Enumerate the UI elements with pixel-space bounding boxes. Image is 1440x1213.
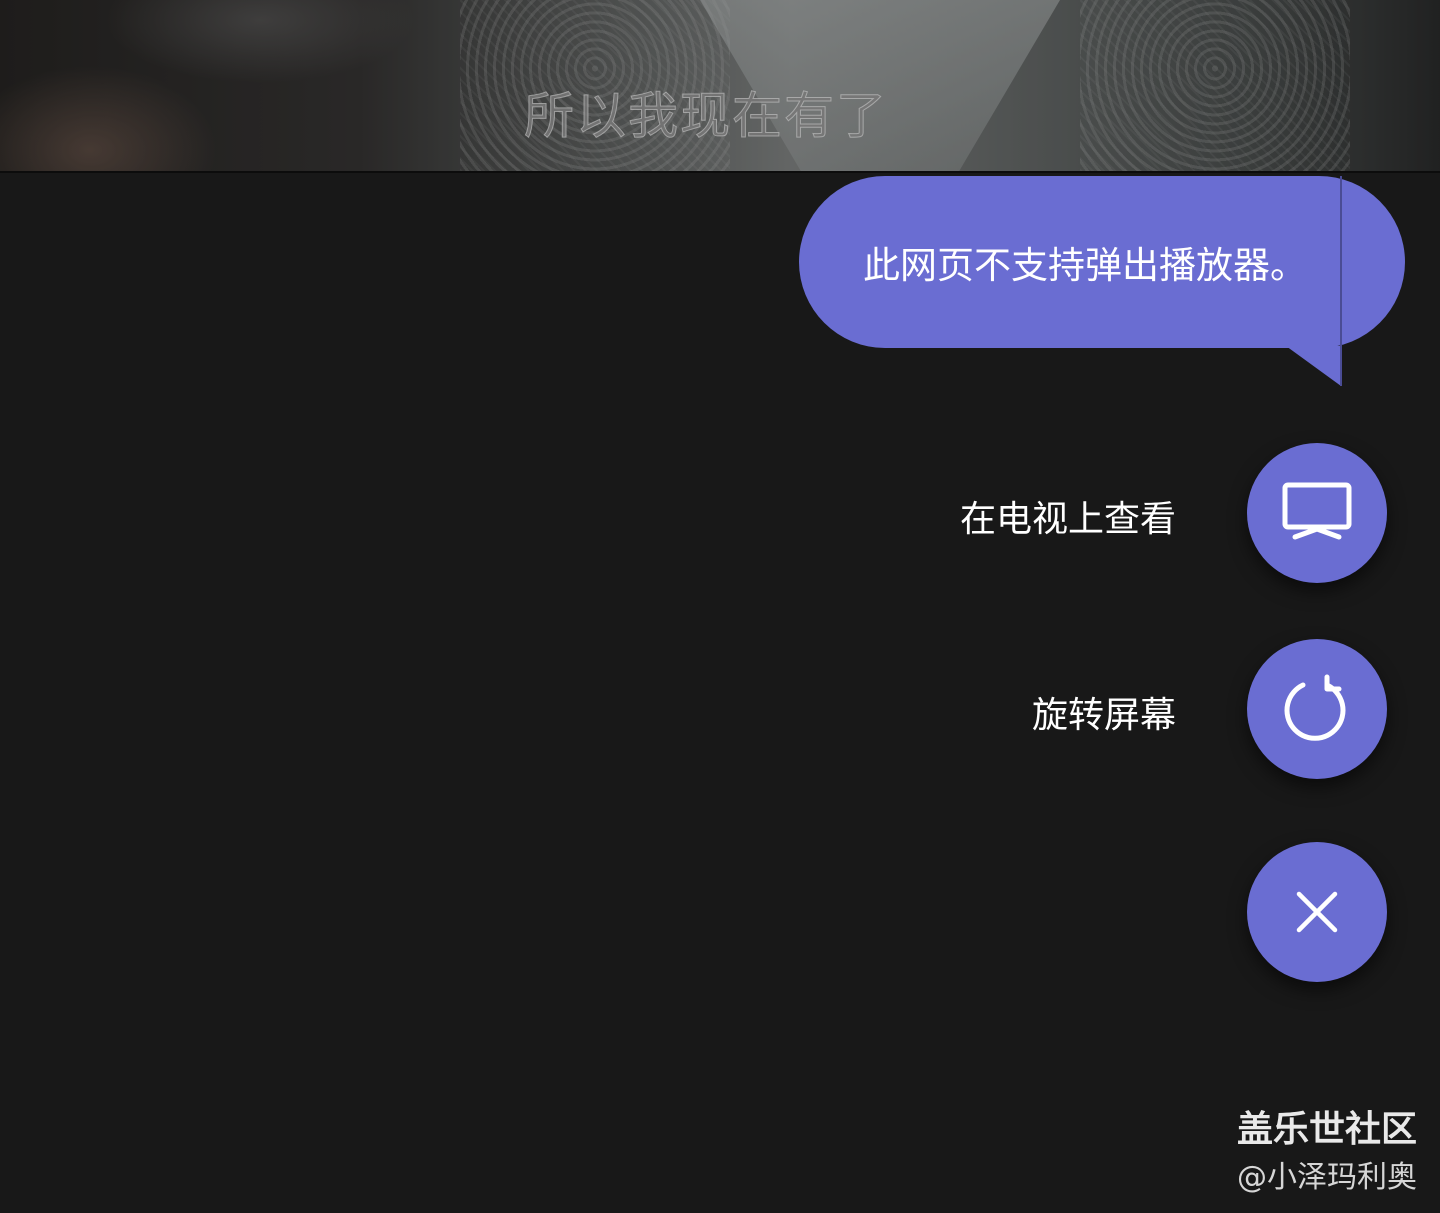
- close-menu-button[interactable]: [1247, 842, 1387, 982]
- divider: [0, 171, 1440, 173]
- close-icon: [1296, 891, 1338, 933]
- rotate-screen-button[interactable]: [1247, 639, 1387, 779]
- view-on-tv-label[interactable]: 在电视上查看: [960, 490, 1176, 542]
- watermark-user: @小泽玛利奥: [1237, 1160, 1417, 1195]
- tv-icon: [1282, 482, 1352, 540]
- rotate-icon: [1284, 674, 1346, 741]
- tooltip-tail: [1286, 346, 1341, 386]
- tooltip-divider: [1340, 176, 1342, 386]
- rotate-screen-label[interactable]: 旋转屏幕: [1032, 686, 1176, 738]
- view-on-tv-button[interactable]: [1247, 443, 1387, 583]
- video-player[interactable]: 所以我现在有了: [0, 0, 1440, 171]
- tooltip-message: 此网页不支持弹出播放器。: [863, 244, 1307, 287]
- video-subtitle: 所以我现在有了: [524, 87, 888, 146]
- popup-player-tooltip: 此网页不支持弹出播放器。: [799, 176, 1405, 348]
- watermark-site: 盖乐世社区: [1236, 1109, 1417, 1150]
